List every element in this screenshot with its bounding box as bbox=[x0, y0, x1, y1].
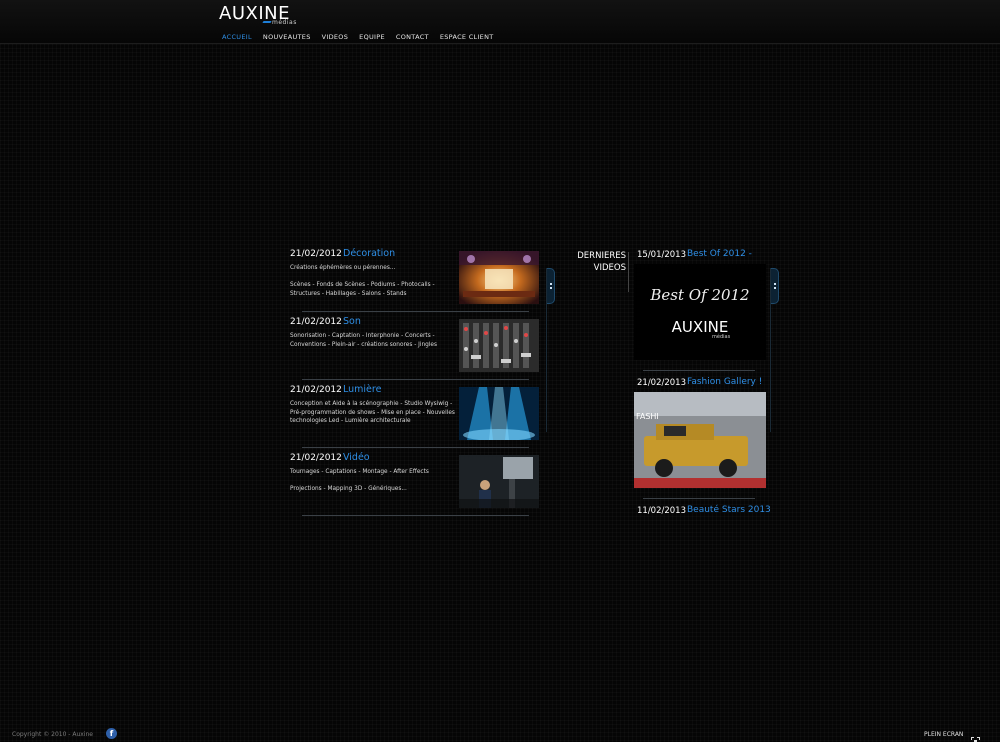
videos-label-line1: DERNIERES bbox=[577, 251, 626, 261]
fullscreen-link[interactable]: PLEIN ECRAN bbox=[924, 731, 963, 738]
thumb-brand-sub: médias bbox=[712, 334, 731, 340]
news-date: 21/02/2012 bbox=[290, 453, 342, 463]
video-title-link[interactable]: Beauté Stars 2013 bbox=[687, 505, 771, 515]
video-date: 15/01/2013 bbox=[637, 250, 686, 260]
videos-section-label: DERNIERES VIDEOS bbox=[572, 250, 626, 274]
news-description: Conception et Aide à la scénographie - S… bbox=[290, 401, 455, 424]
news-date: 21/02/2012 bbox=[290, 317, 342, 327]
copyright-text: Copyright © 2010 - Auxine bbox=[12, 731, 93, 738]
thumb-sign: FASHI bbox=[636, 412, 659, 421]
fullscreen-icon[interactable] bbox=[971, 730, 980, 742]
nav-item-equipe[interactable]: EQUIPE bbox=[359, 33, 385, 41]
video-date: 21/02/2013 bbox=[637, 378, 686, 388]
logo-accent-mark bbox=[262, 21, 272, 23]
decoration-thumbnail[interactable] bbox=[459, 251, 539, 304]
thumb-title: Best Of 2012 bbox=[650, 286, 750, 304]
nav-item-accueil[interactable]: ACCUEIL bbox=[222, 33, 252, 41]
divider bbox=[643, 498, 755, 499]
video-date: 11/02/2013 bbox=[637, 506, 686, 516]
auxine-logo[interactable]: AUXINE médias bbox=[219, 3, 309, 27]
facebook-icon[interactable]: f bbox=[106, 728, 117, 739]
divider bbox=[302, 447, 529, 448]
nav-item-espace-client[interactable]: ESPACE CLIENT bbox=[440, 33, 494, 41]
news-panel: 21/02/2012 Décoration Créations éphémère… bbox=[282, 246, 554, 522]
news-title-link[interactable]: Décoration bbox=[343, 248, 395, 259]
news-description: Tournages - Captations - Montage - After… bbox=[290, 469, 429, 492]
nav-item-nouveautes[interactable]: NOUVEAUTES bbox=[263, 33, 311, 41]
videos-scroll-handle[interactable] bbox=[771, 268, 779, 304]
videos-label-line2: VIDEOS bbox=[593, 263, 626, 273]
news-item: 21/02/2012 Son Sonorisation - Captation … bbox=[282, 314, 542, 382]
main-nav: ACCUEIL NOUVEAUTES VIDEOS EQUIPE CONTACT… bbox=[222, 33, 505, 41]
fashion-gallery-thumbnail[interactable]: FASHI bbox=[634, 392, 766, 488]
video-shoot-thumbnail[interactable] bbox=[459, 455, 539, 508]
news-date: 21/02/2012 bbox=[290, 249, 342, 259]
divider bbox=[302, 311, 529, 312]
thumb-brand: AUXINE bbox=[671, 318, 729, 336]
best-of-2012-thumbnail[interactable]: Best Of 2012 AUXINE médias bbox=[634, 264, 766, 360]
videos-label-rule bbox=[628, 252, 629, 292]
news-item: 21/02/2012 Lumière Conception et Aide à … bbox=[282, 382, 542, 450]
nav-item-contact[interactable]: CONTACT bbox=[396, 33, 429, 41]
divider bbox=[302, 515, 529, 516]
lighting-thumbnail[interactable] bbox=[459, 387, 539, 440]
news-description: Sonorisation - Captation - Interphonie -… bbox=[290, 333, 438, 348]
news-title-link[interactable]: Lumière bbox=[343, 384, 381, 395]
nav-item-videos[interactable]: VIDEOS bbox=[322, 33, 349, 41]
video-title-link[interactable]: Fashion Gallery ! bbox=[687, 377, 762, 387]
video-title-link[interactable]: Best Of 2012 - bbox=[687, 249, 752, 259]
site-header: AUXINE médias ACCUEIL NOUVEAUTES VIDEOS … bbox=[0, 0, 1000, 44]
sound-mixer-thumbnail[interactable] bbox=[459, 319, 539, 372]
news-description: Créations éphémères ou pérennes... Scène… bbox=[290, 265, 435, 297]
news-item: 21/02/2012 Vidéo Tournages - Captations … bbox=[282, 450, 542, 518]
news-title-link[interactable]: Vidéo bbox=[343, 452, 370, 463]
logo-subtitle: médias bbox=[272, 19, 297, 26]
news-title-link[interactable]: Son bbox=[343, 316, 361, 327]
divider bbox=[643, 370, 755, 371]
divider bbox=[302, 379, 529, 380]
news-scroll-handle[interactable] bbox=[547, 268, 555, 304]
news-date: 21/02/2012 bbox=[290, 385, 342, 395]
news-item: 21/02/2012 Décoration Créations éphémère… bbox=[282, 246, 542, 314]
